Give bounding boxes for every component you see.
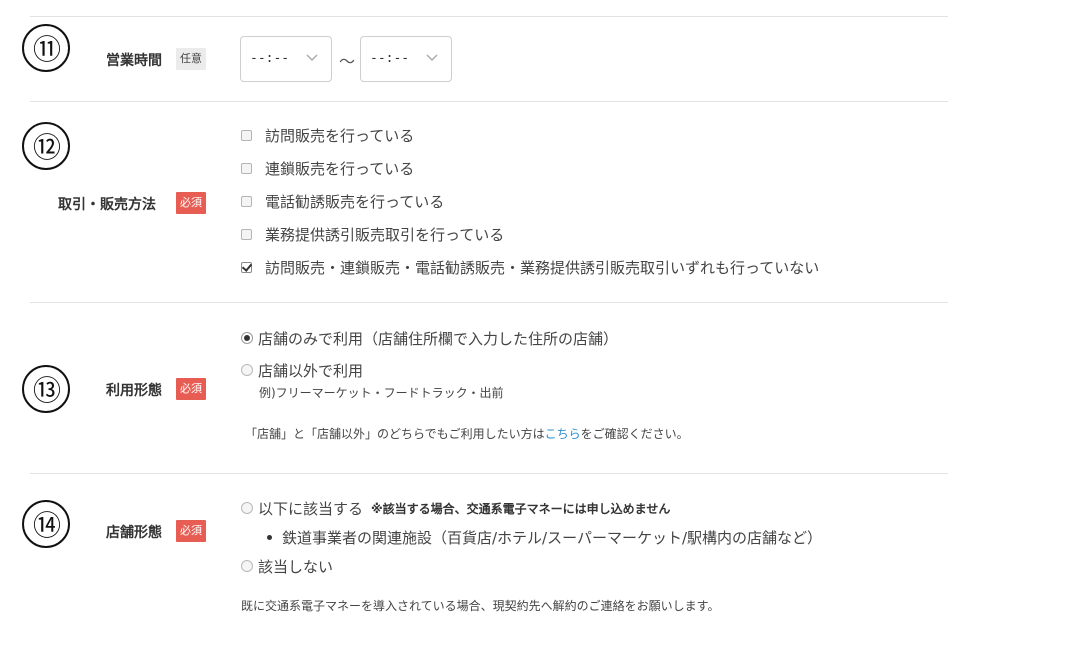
checkbox-label: 訪問販売・連鎖販売・電話勧誘販売・業務提供誘引販売取引いずれも行っていない xyxy=(265,258,820,277)
required-badge: 必須 xyxy=(176,192,206,214)
radio-selected[interactable] xyxy=(241,332,253,344)
store-warning: ※該当する場合、交通系電子マネーには申し込めません xyxy=(371,501,671,516)
trade-option-business-opportunity[interactable]: 業務提供誘引販売取引を行っている xyxy=(241,223,504,245)
step-number-11: ⑪ xyxy=(22,24,70,72)
divider xyxy=(30,16,948,17)
required-badge: 必須 xyxy=(176,378,206,400)
trade-option-door-to-door[interactable]: 訪問販売を行っている xyxy=(241,124,414,146)
checkbox[interactable] xyxy=(241,228,252,240)
hours-start-select[interactable]: --:-- xyxy=(240,36,332,82)
chevron-down-icon xyxy=(306,54,318,62)
checkbox-checked[interactable] xyxy=(241,261,252,273)
radio-label: 以下に該当する xyxy=(258,499,364,518)
radio-label: 店舗のみで利用（店舗住所欄で入力した住所の店舗） xyxy=(258,329,619,348)
checkbox[interactable] xyxy=(241,129,252,141)
radio[interactable] xyxy=(241,560,253,572)
usage-note-text-end: をご確認ください。 xyxy=(580,427,689,441)
divider xyxy=(30,302,948,303)
divider xyxy=(30,473,948,474)
trade-method-label: 取引・販売方法 xyxy=(58,197,156,213)
step-number-13: ⑬ xyxy=(22,365,70,413)
checkbox[interactable] xyxy=(241,195,252,207)
usage-note-text: 「店舗」と「店舗以外」のどちらでもご利用したい方は xyxy=(245,427,545,441)
business-hours-label: 営業時間 xyxy=(106,53,162,69)
hours-end-select[interactable]: --:-- xyxy=(360,36,452,82)
optional-badge: 任意 xyxy=(176,48,206,70)
hours-end-value: --:-- xyxy=(370,51,410,66)
store-type-label: 店舗形態 xyxy=(106,525,162,541)
usage-option-outside-store[interactable]: 店舗以外で利用 xyxy=(241,359,363,381)
radio-label: 該当しない xyxy=(258,557,334,576)
required-badge: 必須 xyxy=(176,520,206,542)
radio[interactable] xyxy=(241,502,253,514)
time-range-separator: ～ xyxy=(339,52,356,71)
trade-option-none[interactable]: 訪問販売・連鎖販売・電話勧誘販売・業務提供誘引販売取引いずれも行っていない xyxy=(241,256,819,278)
checkbox-label: 業務提供誘引販売取引を行っている xyxy=(265,225,505,244)
trade-option-chain-sales[interactable]: 連鎖販売を行っている xyxy=(241,157,414,179)
radio-label: 店舗以外で利用 xyxy=(258,361,364,380)
checkbox-label: 連鎖販売を行っている xyxy=(265,159,415,178)
store-bullet-item: 鉄道事業者の関連施設（百貨店/ホテル/スーパーマーケット/駅構内の店舗など） xyxy=(267,527,822,548)
checkbox[interactable] xyxy=(241,162,252,174)
usage-note: 「店舗」と「店舗以外」のどちらでもご利用したい方はこちらをご確認ください。 xyxy=(245,425,689,442)
usage-option-store-only[interactable]: 店舗のみで利用（店舗住所欄で入力した住所の店舗） xyxy=(241,327,618,349)
store-footer-note: 既に交通系電子マネーを導入されている場合、現契約先へ解約のご連絡をお願いします。 xyxy=(241,599,720,613)
checkbox-label: 電話勧誘販売を行っている xyxy=(265,192,445,211)
radio[interactable] xyxy=(241,364,253,376)
store-bullet-text: 鉄道事業者の関連施設（百貨店/ホテル/スーパーマーケット/駅構内の店舗など） xyxy=(282,529,823,547)
bullet-icon xyxy=(267,535,272,540)
store-option-applicable[interactable]: 以下に該当する ※該当する場合、交通系電子マネーには申し込めません xyxy=(241,497,670,519)
usage-note-link[interactable]: こちら xyxy=(545,427,581,441)
trade-option-telemarketing[interactable]: 電話勧誘販売を行っている xyxy=(241,190,444,212)
store-option-not-applicable[interactable]: 該当しない xyxy=(241,555,333,577)
hours-start-value: --:-- xyxy=(250,51,290,66)
usage-type-label: 利用形態 xyxy=(106,383,162,399)
chevron-down-icon xyxy=(426,54,438,62)
step-number-14: ⑭ xyxy=(22,500,70,548)
usage-example: 例)フリーマーケット・フードトラック・出前 xyxy=(259,386,504,400)
step-number-12: ⑫ xyxy=(22,122,70,170)
divider xyxy=(30,101,948,102)
checkbox-label: 訪問販売を行っている xyxy=(265,126,415,145)
